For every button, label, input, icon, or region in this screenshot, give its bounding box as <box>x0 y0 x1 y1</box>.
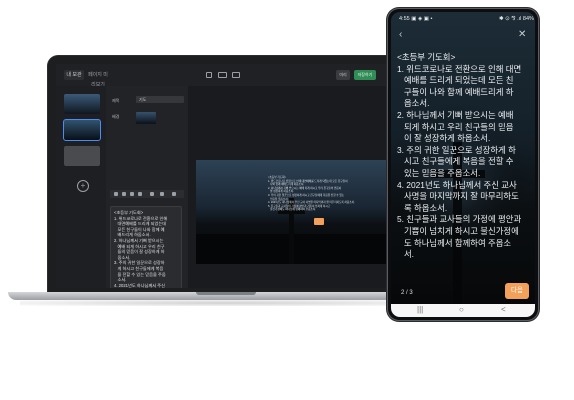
prayer-line: 5. 친구들과 교사들의 가정에 평안과 <box>397 214 522 225</box>
bold-icon[interactable] <box>122 192 126 196</box>
preview-button[interactable]: 미리 <box>336 70 350 80</box>
prayer-line: 있는 믿음을 주옵소서. <box>397 167 481 178</box>
prayer-line: 1. 위드코로나로 전환으로 인해 대면 <box>397 63 522 74</box>
android-nav-bar: ||| ○ < <box>391 304 535 317</box>
text-editor-content: <초등부 기도회> 1. 위드코로나로 전환으로 인해 대면예배를 드리게 되었는… <box>114 210 178 288</box>
tab-page-preview[interactable]: 페이지 미리보기 <box>86 70 110 88</box>
slide-text: <초등부 기도회> 1. 위드코로나로 전환으로 인해 대면예배를 드리게 되었… <box>268 176 355 212</box>
page-indicator: 2 / 3 <box>401 290 413 296</box>
desktop-view-icon[interactable] <box>218 72 227 78</box>
editor-topbar: 내 보관 페이지 미리보기 미리 저장하기 <box>56 64 396 88</box>
prayer-line: 도 하나님께서 함께하여 주옵소 <box>397 237 512 248</box>
underline-icon[interactable] <box>138 192 142 196</box>
slide-thumbnail-panel: + <box>56 86 107 288</box>
background-preview[interactable] <box>136 112 156 124</box>
prayer-line: 기쁨이 넘치게 하시고 불신가정에 <box>397 225 519 236</box>
close-icon[interactable]: ✕ <box>518 29 526 40</box>
slide-canvas[interactable]: <초등부 기도회> 1. 위드코로나로 전환으로 인해 대면예배를 드리게 되었… <box>196 160 388 264</box>
laptop-shadow <box>20 300 432 306</box>
properties-panel: 제목 기도 배경 <초등부 기도회> 1. 위드코로나로 전환으로 인해 대면예배… <box>106 86 189 288</box>
tablet-view-icon[interactable] <box>232 72 240 78</box>
mobile-view-icon[interactable] <box>206 72 212 78</box>
prayer-line: 4. 2021년도 하나님께서 주신 교사 <box>397 179 517 190</box>
prayer-line: 서. <box>397 249 415 260</box>
prayer-line: 사명을 마지막까지 잘 마무리하도 <box>397 191 519 202</box>
prayer-line: 되게 하시고 우리 친구들의 믿음 <box>397 121 514 132</box>
slide-thumbnail-3[interactable] <box>64 146 100 166</box>
prayer-line: 이 잘 성장하게 하옵소서. <box>397 133 491 144</box>
phone-screen: 4:55 ▣ ◈ ▣ • ✱ ⊙ ⅋ .ıl 84% ‹ ✕ <초등부 기도회>… <box>391 12 535 317</box>
next-button[interactable]: 다음 <box>505 283 529 299</box>
prayer-line: 록 하옵소서. <box>397 202 448 213</box>
more-icon[interactable] <box>172 192 176 196</box>
home-icon[interactable]: ○ <box>459 305 464 314</box>
add-slide-icon[interactable]: + <box>77 180 89 192</box>
prayer-line: 2. 하나님께서 기뻐 받으시는 예배 <box>397 109 514 120</box>
color-icon[interactable] <box>160 192 164 196</box>
slide-thumbnail-1[interactable] <box>64 94 100 114</box>
text-editor[interactable]: <초등부 기도회> 1. 위드코로나로 전환으로 인해 대면예배를 드리게 되었는… <box>110 206 182 288</box>
prayer-line: 3. 주의 귀한 일꾼으로 성장하게 하 <box>397 144 516 155</box>
status-time: 4:55 ▣ ◈ ▣ • <box>399 16 433 22</box>
recents-icon[interactable]: ||| <box>417 305 423 314</box>
back-nav-icon[interactable]: < <box>501 305 506 314</box>
prayer-line: 예배를 드리게 되었는데 모든 친 <box>397 75 514 86</box>
editor-window: 내 보관 페이지 미리보기 미리 저장하기 + 제목 기도 배경 <초등부 기도… <box>56 64 396 288</box>
text-format-toolbar <box>110 190 184 198</box>
back-icon[interactable]: ‹ <box>399 29 402 40</box>
align-icon[interactable] <box>114 192 118 196</box>
italic-icon[interactable] <box>130 192 134 196</box>
prayer-line: 옵소서. <box>397 98 430 109</box>
status-indicators: ✱ ⊙ ⅋ .ıl 84% <box>499 16 534 22</box>
prayer-line: 구들이 나와 함께 예배드리게 하 <box>397 86 514 97</box>
background-label: 배경 <box>112 114 120 119</box>
slide-thumbnail-2[interactable] <box>63 119 101 141</box>
list-icon[interactable] <box>150 192 154 196</box>
tab-storage[interactable]: 내 보관 <box>64 70 84 80</box>
prayer-line: 시고 친구들에게 복음을 전할 수 <box>397 156 514 167</box>
prayer-text: <초등부 기도회> 1. 위드코로나로 전환으로 인해 대면 예배를 드리게 되었… <box>397 52 529 261</box>
title-input[interactable]: 기도 <box>136 96 184 103</box>
title-label: 제목 <box>112 98 120 103</box>
laptop-notch <box>196 292 256 295</box>
save-button[interactable]: 저장하기 <box>354 70 376 80</box>
canvas-area: <초등부 기도회> 1. 위드코로나로 전환으로 인해 대면예배를 드리게 되었… <box>188 86 396 288</box>
prayer-line: <초등부 기도회> <box>397 52 456 62</box>
